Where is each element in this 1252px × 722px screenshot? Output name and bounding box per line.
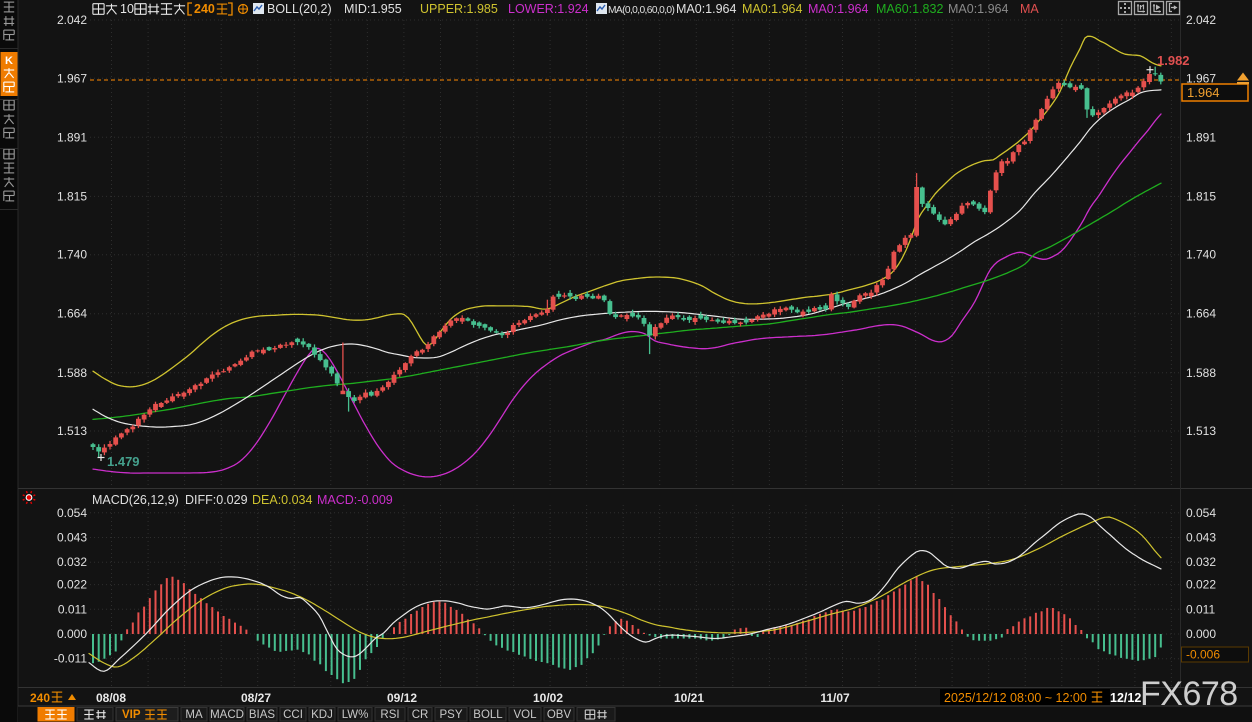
svg-text:1.513: 1.513 [57, 424, 87, 438]
svg-text:0.000: 0.000 [1186, 627, 1216, 641]
svg-text:BOLL: BOLL [473, 709, 503, 721]
svg-text:0.032: 0.032 [1186, 555, 1216, 569]
svg-text:1.967: 1.967 [57, 71, 87, 85]
svg-text:LW%: LW% [342, 709, 369, 721]
svg-text:MA: MA [1020, 2, 1039, 16]
svg-text:0.032: 0.032 [57, 555, 87, 569]
svg-text:KDJ: KDJ [311, 709, 333, 721]
svg-text:PSY: PSY [439, 709, 462, 721]
svg-text:0.054: 0.054 [57, 506, 87, 520]
svg-text:1.479: 1.479 [107, 454, 140, 469]
svg-text:1.964: 1.964 [1187, 85, 1220, 100]
svg-text:1.982: 1.982 [1157, 53, 1190, 68]
svg-text:1.891: 1.891 [1186, 130, 1216, 144]
svg-text:0.000: 0.000 [57, 627, 87, 641]
svg-text:1.815: 1.815 [1186, 189, 1216, 203]
svg-text:0.011: 0.011 [1186, 602, 1215, 616]
svg-text:240: 240 [30, 691, 50, 705]
svg-text:K: K [5, 55, 13, 67]
svg-text:1.891: 1.891 [57, 130, 87, 144]
svg-text:0.022: 0.022 [1186, 578, 1216, 592]
svg-text:1.588: 1.588 [1186, 366, 1216, 380]
svg-text:BOLL(20,2): BOLL(20,2) [267, 2, 332, 16]
svg-text:MA60:1.832: MA60:1.832 [876, 2, 943, 16]
svg-text:240: 240 [194, 2, 215, 16]
svg-text:1.815: 1.815 [57, 189, 87, 203]
svg-text:CR: CR [412, 709, 429, 721]
svg-text:-0.006: -0.006 [1186, 648, 1220, 662]
svg-text:MACD:-0.009: MACD:-0.009 [317, 493, 393, 507]
svg-text:DIFF:0.029: DIFF:0.029 [185, 493, 248, 507]
svg-text:VIP: VIP [122, 709, 141, 721]
svg-text:1.513: 1.513 [1186, 424, 1216, 438]
svg-text:2025/12/12 08:00 ~ 12:00: 2025/12/12 08:00 ~ 12:00 [944, 691, 1087, 705]
svg-text:1.740: 1.740 [1186, 248, 1216, 262]
svg-text:OBV: OBV [547, 709, 572, 721]
svg-text:1.588: 1.588 [57, 366, 87, 380]
svg-text:1.664: 1.664 [1186, 307, 1216, 321]
svg-text:CCI: CCI [283, 709, 303, 721]
svg-text:11/07: 11/07 [820, 691, 850, 705]
svg-text:VOL: VOL [513, 709, 537, 721]
svg-text:08/08: 08/08 [96, 691, 126, 705]
svg-text:1.967: 1.967 [1186, 71, 1216, 85]
svg-text:MACD(26,12,9): MACD(26,12,9) [92, 493, 179, 507]
svg-text:0.043: 0.043 [57, 531, 87, 545]
svg-text:12/12: 12/12 [1110, 691, 1141, 705]
svg-text:2.042: 2.042 [57, 13, 87, 27]
svg-text:MA0:1.964: MA0:1.964 [948, 2, 1009, 16]
svg-text:-0.011: -0.011 [54, 652, 87, 666]
svg-text:MA0:1.964: MA0:1.964 [742, 2, 803, 16]
svg-text:08/27: 08/27 [241, 691, 271, 705]
svg-text:0.011: 0.011 [58, 602, 87, 616]
svg-text:MID:1.955: MID:1.955 [344, 2, 402, 16]
svg-text:MA(0,0,0,60,0,0): MA(0,0,0,60,0,0) [608, 5, 674, 16]
svg-text:1.740: 1.740 [57, 248, 87, 262]
svg-text:0.054: 0.054 [1186, 506, 1216, 520]
svg-text:0.043: 0.043 [1186, 531, 1216, 545]
svg-text:0.022: 0.022 [57, 578, 87, 592]
svg-text:1.664: 1.664 [57, 307, 87, 321]
svg-text:10: 10 [120, 2, 134, 16]
svg-text:09/12: 09/12 [387, 691, 417, 705]
svg-text:RSI: RSI [380, 709, 399, 721]
svg-text:MA0:1.964: MA0:1.964 [808, 2, 869, 16]
svg-text:MACD: MACD [210, 709, 244, 721]
svg-text:MA: MA [185, 709, 203, 721]
svg-text:10/02: 10/02 [533, 691, 563, 705]
svg-text:10/21: 10/21 [674, 691, 704, 705]
svg-text:UPPER:1.985: UPPER:1.985 [420, 2, 498, 16]
svg-text:LOWER:1.924: LOWER:1.924 [508, 2, 589, 16]
svg-text:2.042: 2.042 [1186, 13, 1216, 27]
svg-text:MA0:1.964: MA0:1.964 [676, 2, 737, 16]
svg-text:BIAS: BIAS [249, 709, 276, 721]
svg-text:DEA:0.034: DEA:0.034 [252, 493, 313, 507]
